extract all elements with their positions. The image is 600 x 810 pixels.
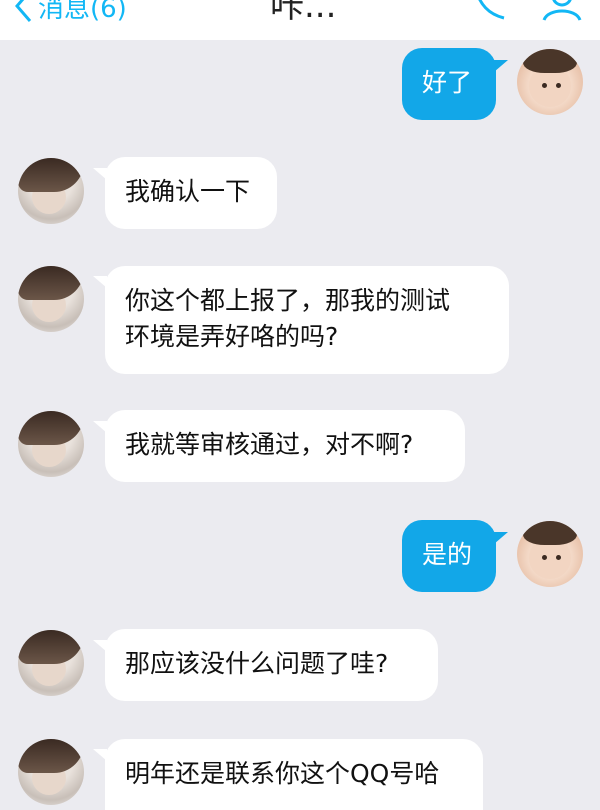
back-chevron-icon — [15, 0, 32, 22]
avatar-contact[interactable] — [18, 158, 84, 224]
message-bubble-outgoing[interactable]: 好了 — [402, 48, 496, 120]
message-text: 明年还是联系你这个QQ号哈 — [125, 759, 440, 788]
avatar-contact[interactable] — [18, 266, 84, 332]
chat-header: 消息(6) 咔... — [0, 0, 600, 40]
message-text: 好了 — [422, 68, 473, 97]
message-text: 我就等审核通过，对不啊? — [125, 430, 414, 459]
message-bubble-incoming[interactable]: 你这个都上报了，那我的测试 环境是弄好咯的吗? — [105, 266, 509, 374]
bubble-tail — [494, 532, 508, 544]
message-bubble-incoming[interactable]: 那应该没什么问题了哇? — [105, 629, 438, 701]
message-text: 是的 — [422, 540, 473, 569]
message-text-line: 环境是弄好咯的吗? — [125, 322, 339, 351]
avatar-contact[interactable] — [18, 739, 84, 805]
chat-title: 咔... — [270, 0, 337, 26]
avatar-contact[interactable] — [18, 411, 84, 477]
message-bubble-incoming[interactable]: 明年还是联系你这个QQ号哈 — [105, 739, 483, 810]
avatar-contact[interactable] — [18, 630, 84, 696]
profile-button[interactable] — [540, 0, 584, 26]
back-button[interactable]: 消息(6) — [14, 0, 127, 26]
message-text: 我确认一下 — [125, 177, 251, 206]
message-text-line: 你这个都上报了，那我的测试 — [125, 286, 451, 315]
back-label: 消息(6) — [38, 0, 127, 24]
avatar-self[interactable] — [517, 521, 583, 587]
message-bubble-incoming[interactable]: 我确认一下 — [105, 157, 277, 229]
bubble-tail — [494, 60, 508, 72]
message-bubble-incoming[interactable]: 我就等审核通过，对不啊? — [105, 410, 465, 482]
message-text: 那应该没什么问题了哇? — [125, 649, 389, 678]
avatar-self[interactable] — [517, 49, 583, 115]
phone-icon — [478, 0, 505, 20]
phone-button[interactable] — [470, 0, 510, 26]
message-bubble-outgoing[interactable]: 是的 — [402, 520, 496, 592]
profile-icon — [542, 0, 582, 21]
